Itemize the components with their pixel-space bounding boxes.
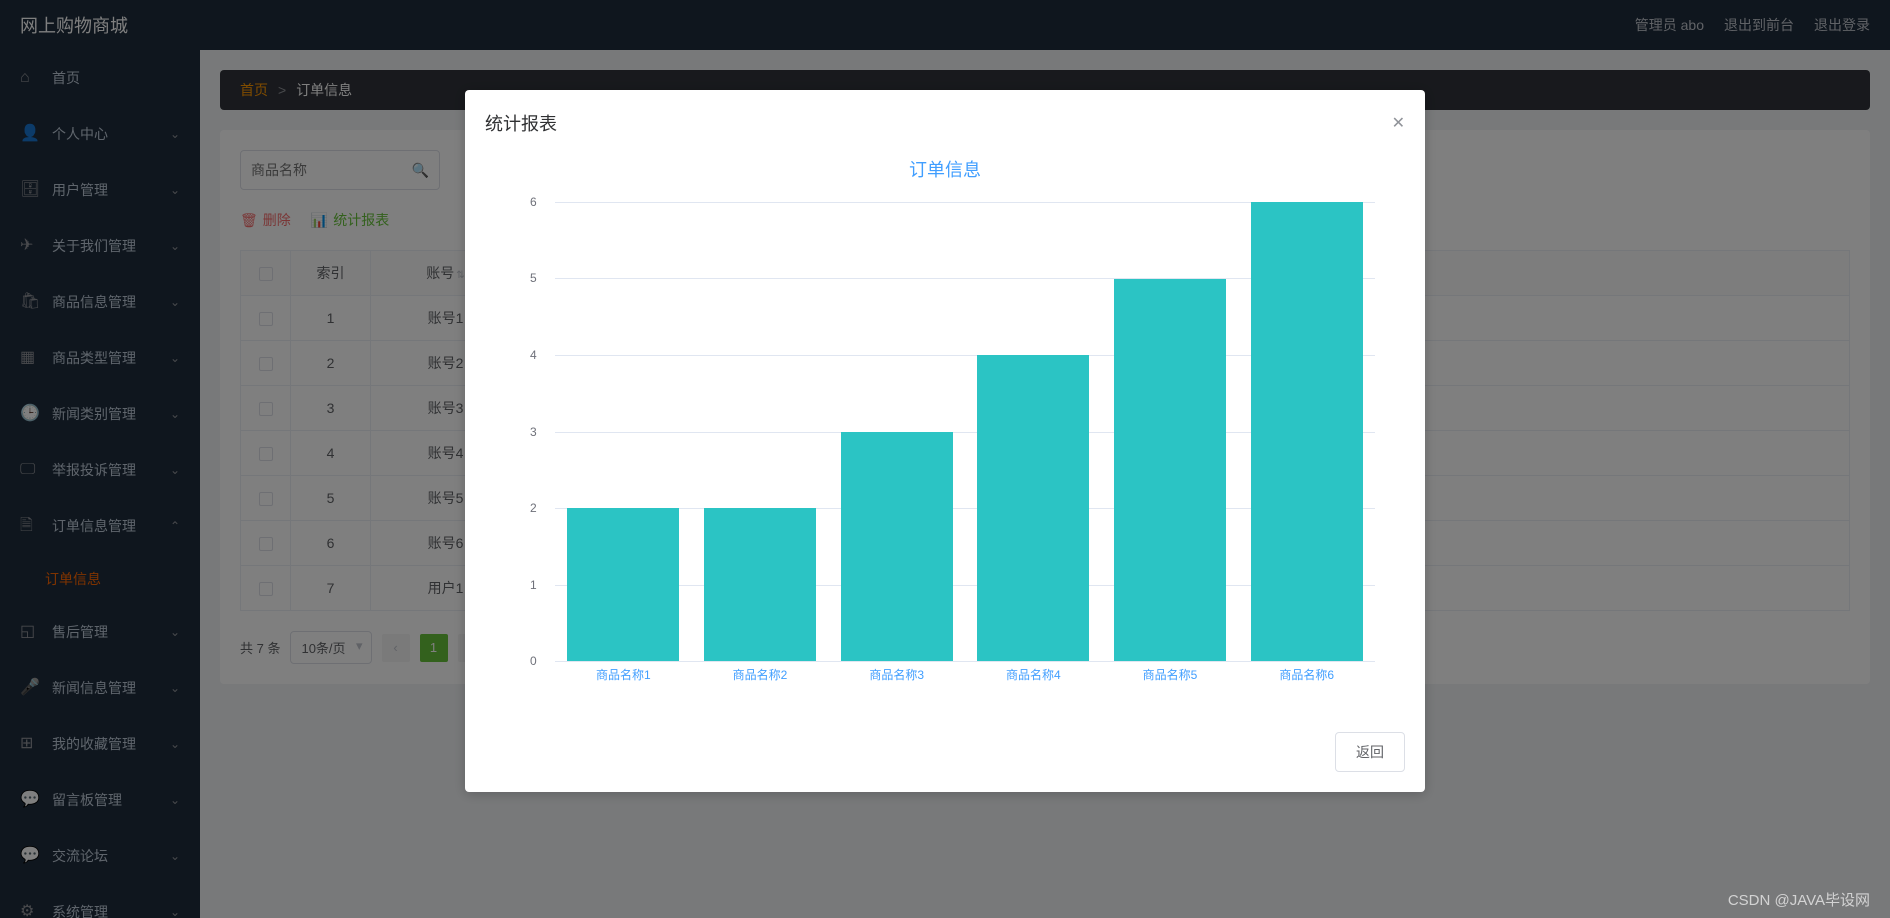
x-axis-label: 商品名称4 [1006, 666, 1061, 683]
bar[interactable] [1251, 202, 1363, 661]
bar[interactable] [1114, 279, 1226, 662]
x-axis-label: 商品名称6 [1279, 666, 1334, 683]
y-axis-tick: 0 [530, 654, 537, 668]
stats-modal: 统计报表 ✕ 订单信息 0123456 商品名称1商品名称2商品名称3商品名称4… [465, 90, 1425, 792]
x-axis-label: 商品名称5 [1143, 666, 1198, 683]
y-axis-tick: 6 [530, 195, 537, 209]
modal-title: 统计报表 [485, 110, 557, 136]
y-axis-tick: 1 [530, 578, 537, 592]
bar-item: 商品名称1 [555, 202, 692, 661]
x-axis-label: 商品名称3 [869, 666, 924, 683]
x-axis-label: 商品名称2 [733, 666, 788, 683]
back-button[interactable]: 返回 [1335, 732, 1405, 772]
x-axis-label: 商品名称1 [596, 666, 651, 683]
bar-item: 商品名称5 [1102, 202, 1239, 661]
chart: 0123456 商品名称1商品名称2商品名称3商品名称4商品名称5商品名称6 [495, 202, 1395, 692]
bar-item: 商品名称2 [692, 202, 829, 661]
grid-line [555, 661, 1375, 662]
bar-item: 商品名称3 [828, 202, 965, 661]
close-icon[interactable]: ✕ [1392, 113, 1405, 133]
y-axis-tick: 3 [530, 425, 537, 439]
bar-item: 商品名称6 [1238, 202, 1375, 661]
y-axis-tick: 4 [530, 348, 537, 362]
y-axis-tick: 2 [530, 501, 537, 515]
bar[interactable] [841, 432, 953, 662]
y-axis-tick: 5 [530, 271, 537, 285]
bar[interactable] [704, 508, 816, 661]
modal-overlay[interactable]: 统计报表 ✕ 订单信息 0123456 商品名称1商品名称2商品名称3商品名称4… [0, 0, 1890, 918]
bar-item: 商品名称4 [965, 202, 1102, 661]
chart-title: 订单信息 [495, 156, 1395, 182]
bar[interactable] [977, 355, 1089, 661]
bar[interactable] [567, 508, 679, 661]
